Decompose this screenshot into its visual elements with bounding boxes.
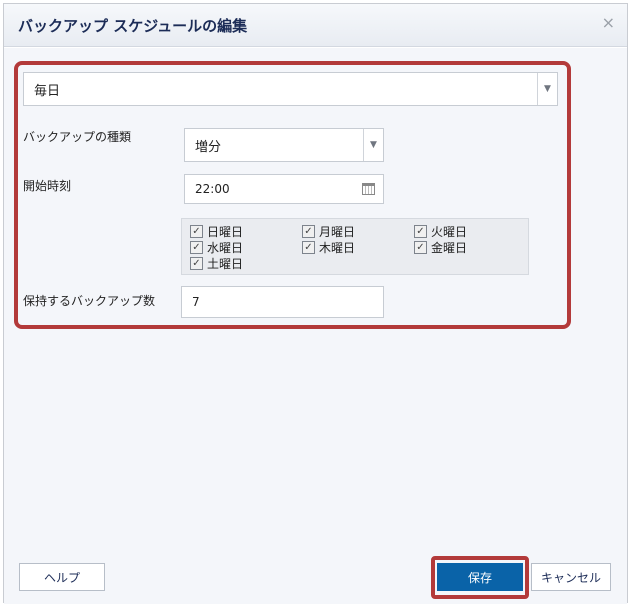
backup-type-select[interactable]: 増分 ▼ [184,128,384,162]
dialog-content: 毎日 ▼ バックアップの種類 増分 ▼ 開始時刻 22:00 ✓ 日曜日 ✓ 月… [4,48,627,604]
backup-type-value: 増分 [195,139,222,155]
chevron-down-icon[interactable]: ▼ [537,73,557,105]
chevron-down-icon[interactable]: ▼ [363,129,383,161]
checkbox-friday[interactable]: ✓ 金曜日 [414,239,467,256]
checkmark-icon[interactable]: ✓ [414,241,427,254]
start-time-value: 22:00 [195,182,230,196]
start-time-input[interactable]: 22:00 [184,174,384,204]
checkbox-monday[interactable]: ✓ 月曜日 [302,223,355,240]
calendar-icon[interactable] [362,183,375,195]
dialog-titlebar: バックアップ スケジュールの編集 × [4,4,627,47]
checkbox-saturday[interactable]: ✓ 土曜日 [190,255,243,272]
close-icon[interactable]: × [602,13,615,32]
retain-count-value: 7 [192,295,200,309]
checkbox-wednesday[interactable]: ✓ 水曜日 [190,239,243,256]
checkbox-tuesday[interactable]: ✓ 火曜日 [414,223,467,240]
checkmark-icon[interactable]: ✓ [190,225,203,238]
help-button[interactable]: ヘルプ [19,563,105,591]
frequency-value: 毎日 [34,83,61,99]
frequency-select[interactable]: 毎日 ▼ [23,72,558,106]
checkmark-icon[interactable]: ✓ [414,225,427,238]
checkmark-icon[interactable]: ✓ [302,225,315,238]
backup-type-label: バックアップの種類 [23,130,132,144]
retain-count-input[interactable]: 7 [181,286,384,318]
checkmark-icon[interactable]: ✓ [190,241,203,254]
weekday-checkbox-group: ✓ 日曜日 ✓ 月曜日 ✓ 火曜日 ✓ 水曜日 ✓ 木曜日 ✓ 金曜日 ✓ 土曜… [181,218,529,275]
retain-count-label: 保持するバックアップ数 [23,294,156,308]
save-button[interactable]: 保存 [437,563,523,591]
edit-backup-schedule-dialog: バックアップ スケジュールの編集 × 毎日 ▼ バックアップの種類 増分 ▼ 開… [3,3,628,604]
checkmark-icon[interactable]: ✓ [190,257,203,270]
start-time-label: 開始時刻 [23,179,72,193]
checkmark-icon[interactable]: ✓ [302,241,315,254]
cancel-button[interactable]: キャンセル [531,563,611,591]
checkbox-sunday[interactable]: ✓ 日曜日 [190,223,243,240]
dialog-title: バックアップ スケジュールの編集 [18,17,248,35]
checkbox-thursday[interactable]: ✓ 木曜日 [302,239,355,256]
